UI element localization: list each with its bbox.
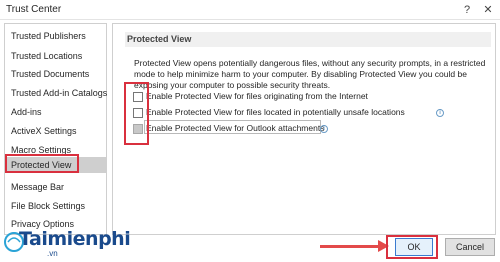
title-bar: Trust Center ? ✕: [0, 0, 500, 20]
close-button[interactable]: ✕: [479, 1, 497, 19]
sidebar-item-add-ins[interactable]: Add-ins: [11, 104, 42, 120]
unsafe-locations-label[interactable]: Enable Protected View for files located …: [146, 107, 405, 118]
outlook-attachments-label[interactable]: Enable Protected View for Outlook attach…: [146, 123, 324, 134]
info-icon: i: [436, 109, 444, 117]
highlight-ok-button: [386, 235, 438, 259]
sidebar-item-trusted-publishers[interactable]: Trusted Publishers: [11, 28, 86, 44]
logo-text: Taimienphi: [19, 228, 131, 250]
highlight-checkboxes: [124, 82, 149, 145]
window-title: Trust Center: [6, 4, 62, 15]
arrow-annotation-line: [320, 245, 380, 248]
sidebar-item-file-block-settings[interactable]: File Block Settings: [11, 198, 85, 214]
internet-files-label[interactable]: Enable Protected View for files originat…: [146, 91, 368, 102]
info-icon: i: [320, 125, 328, 133]
sidebar: Trusted Publishers Trusted Locations Tru…: [4, 23, 107, 235]
section-title: Protected View: [125, 32, 491, 47]
sidebar-item-trusted-add-in-catalogs[interactable]: Trusted Add-in Catalogs: [11, 85, 107, 101]
sidebar-item-trusted-locations[interactable]: Trusted Locations: [11, 48, 82, 64]
logo-sub: .vn: [47, 249, 58, 258]
sidebar-item-trusted-documents[interactable]: Trusted Documents: [11, 66, 89, 82]
description-line-3: exposing your computer to possible secur…: [134, 80, 331, 90]
highlight-protected-view: [5, 154, 79, 173]
sidebar-item-message-bar[interactable]: Message Bar: [11, 179, 64, 195]
sidebar-item-activex-settings[interactable]: ActiveX Settings: [11, 123, 77, 139]
cancel-button[interactable]: Cancel: [445, 238, 495, 256]
description-line-1: Protected View opens potentially dangero…: [134, 58, 486, 68]
help-button[interactable]: ?: [458, 1, 476, 19]
description-line-2: mode to help minimize harm to your compu…: [134, 69, 467, 79]
